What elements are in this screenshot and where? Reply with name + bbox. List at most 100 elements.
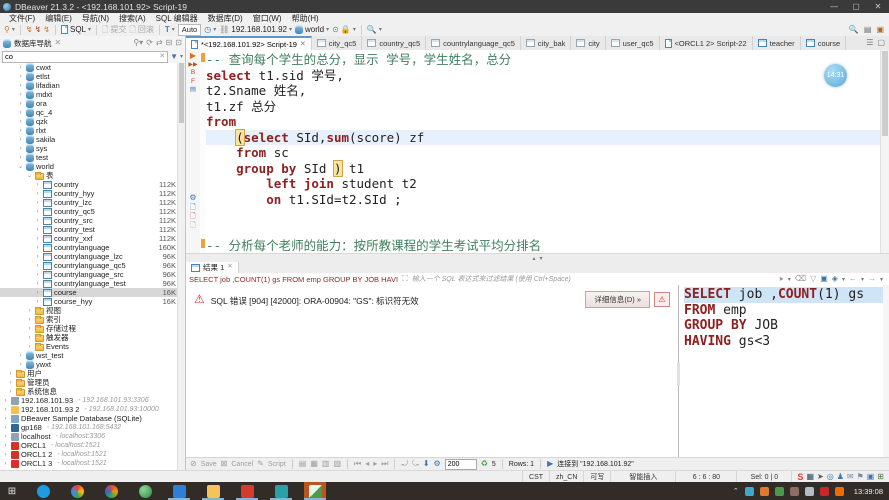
tree-expander-icon[interactable]: › (2, 434, 9, 440)
search-icon[interactable]: 🔍 (367, 26, 377, 34)
tree-expander-icon[interactable]: › (2, 416, 9, 422)
restore-panel-icon[interactable]: ▢ (877, 39, 885, 47)
tree-expander-icon[interactable]: › (17, 65, 24, 71)
new-sql-editor-icon[interactable] (61, 25, 68, 34)
tree-expander-icon[interactable]: ⌄ (17, 163, 24, 170)
filter-history-dropdown[interactable]: ▾ (788, 276, 791, 283)
splitter-down-icon[interactable]: ▾ (540, 255, 543, 262)
tree-item[interactable]: › localhost - localhost:3306 (0, 432, 178, 441)
navigator-view-tab[interactable]: 数据库导航 ✕ ⚲▾ ⟳ ⇄ ⊟ ⊡ (0, 36, 186, 50)
tray-cursor-icon[interactable]: ➤ (817, 473, 824, 481)
tray-target-icon[interactable]: ◎ (827, 473, 834, 481)
screenshot-tool-icon[interactable]: S (797, 472, 803, 482)
tree-expander-icon[interactable]: ⌄ (26, 172, 33, 179)
tree-item[interactable]: › ORCL1 - localhost:1521 (0, 441, 178, 450)
close-button[interactable]: ✕ (867, 0, 889, 13)
forward-icon[interactable]: → (868, 275, 876, 283)
tree-expander-icon[interactable]: › (34, 191, 41, 197)
tree-expander-icon[interactable]: › (17, 92, 24, 98)
tab-list-icon[interactable]: ☰ (866, 39, 873, 47)
app-check-icon[interactable] (173, 485, 186, 498)
tree-item[interactable]: › countrylanguage_lzc 96K (0, 252, 178, 261)
tree-expander-icon[interactable]: › (17, 146, 24, 152)
transaction-mode-icon[interactable]: T (165, 26, 170, 34)
editor-tab-close-icon[interactable]: ✕ (300, 40, 306, 48)
auto-refresh-icon[interactable]: ♻ (481, 460, 488, 468)
editor-tab[interactable]: *<192.168.101.92> Script-19 ✕ (186, 36, 312, 50)
tree-item[interactable]: › country_qc5 112K (0, 207, 178, 216)
tree-item[interactable]: › country_src 112K (0, 216, 178, 225)
nav-connect-icon[interactable]: ⚲▾ (133, 39, 143, 47)
new-connection-icon[interactable]: ⚲ (4, 26, 10, 34)
tray-display-icon[interactable] (805, 487, 814, 496)
sql-dropdown[interactable]: ▾ (88, 26, 91, 33)
panels-dropdown[interactable]: ▾ (842, 276, 845, 283)
tree-item[interactable]: › sakila (0, 135, 178, 144)
tree-expander-icon[interactable]: › (17, 83, 24, 89)
menu-item[interactable]: 导航(N) (77, 13, 114, 24)
app-browser2-icon[interactable] (105, 485, 118, 498)
tree-item[interactable]: › ora (0, 99, 178, 108)
app-red-icon[interactable] (241, 485, 254, 498)
editor-tab[interactable]: teacher (753, 36, 801, 50)
apply-filter-icon[interactable]: ▸ (780, 275, 784, 283)
tree-expander-icon[interactable]: › (17, 137, 24, 143)
tray-tool3-icon[interactable] (775, 487, 784, 496)
tree-item[interactable]: ⌄ world (0, 162, 178, 171)
tree-expander-icon[interactable]: › (26, 335, 33, 341)
tree-item[interactable]: › 192.168.101.93 2 - 192.168.101.93:1000… (0, 405, 178, 414)
filter-funnel-icon[interactable]: ▼ (170, 53, 178, 61)
execute-script-icon[interactable]: ▶▶ (188, 62, 197, 68)
last-row-icon[interactable]: ⏭ (381, 460, 388, 468)
sql-console-panel[interactable]: SELECT job ,COUNT(1) gs FROM emp GROUP B… (678, 285, 889, 458)
tree-item[interactable]: › 视图 (0, 306, 178, 315)
nav-collapse-icon[interactable]: ⊟ (166, 39, 173, 47)
tree-expander-icon[interactable]: › (34, 227, 41, 233)
menu-item[interactable]: 数据库(D) (203, 13, 248, 24)
file-explorer-icon[interactable] (207, 485, 220, 498)
tree-item[interactable]: › qc_4 (0, 108, 178, 117)
sql-button[interactable]: SQL (70, 25, 86, 34)
tree-item[interactable]: › gp168 - 192.168.101.168:5432 (0, 423, 178, 432)
erase-filter-icon[interactable]: ⌫ (795, 275, 806, 283)
tree-expander-icon[interactable]: › (34, 236, 41, 242)
prev-row-icon[interactable]: ◂ (365, 460, 369, 468)
tree-item[interactable]: › country_xxf 112K (0, 234, 178, 243)
commit-icon[interactable]: ↯ (26, 26, 33, 34)
console-sql-text[interactable]: SELECT job ,COUNT(1) gs FROM emp GROUP B… (684, 287, 883, 349)
navigator-filter-input[interactable] (3, 53, 159, 61)
new-connection-dropdown[interactable]: ▾ (12, 26, 15, 33)
editor-tab[interactable]: country_qc5 (362, 36, 426, 50)
tree-expander-icon[interactable]: › (7, 389, 14, 395)
tree-expander-icon[interactable]: › (34, 263, 41, 269)
tree-item[interactable]: › countrylanguage_test 96K (0, 279, 178, 288)
filter-dropdown[interactable]: ▾ (180, 53, 183, 60)
tree-item[interactable]: › 索引 (0, 315, 178, 324)
filter-clear-icon[interactable]: ✕ (159, 53, 167, 60)
tree-item[interactable]: › 192.168.101.93 - 192.168.101.93:3306 (0, 396, 178, 405)
tray-board-icon[interactable]: ▦ (806, 473, 814, 481)
tree-expander-icon[interactable]: › (2, 461, 9, 467)
tree-expander-icon[interactable]: › (34, 299, 41, 305)
nav-refresh-icon[interactable]: ⟳ (146, 39, 153, 47)
tree-item[interactable]: › Events (0, 342, 178, 351)
taskbar-clock[interactable]: 13:39:08 (850, 487, 883, 496)
editor-scrollbar[interactable] (880, 50, 889, 253)
tree-item[interactable]: › rlxt (0, 126, 178, 135)
tree-item[interactable]: ⌄ 表 (0, 171, 178, 180)
tree-expander-icon[interactable]: › (17, 155, 24, 161)
execute-statement-icon[interactable]: ▶ (190, 52, 196, 60)
menu-item[interactable]: 搜索(A) (114, 13, 151, 24)
tray-shield-icon[interactable]: ▣ (867, 473, 875, 481)
console-scrollbar[interactable] (883, 285, 889, 458)
tree-item[interactable]: › etlst (0, 72, 178, 81)
save-button[interactable]: Save (201, 461, 217, 468)
menu-item[interactable]: 帮助(H) (287, 13, 324, 24)
tree-expander-icon[interactable]: › (2, 407, 9, 413)
dbeaver-perspective-icon[interactable]: ▣ (876, 26, 884, 34)
editor-tab[interactable]: user_qc5 (606, 36, 660, 50)
tree-expander-icon[interactable]: › (34, 218, 41, 224)
active-app-icon[interactable] (309, 485, 322, 498)
tree-expander-icon[interactable]: › (17, 353, 24, 359)
script-button[interactable]: Script (268, 461, 286, 468)
